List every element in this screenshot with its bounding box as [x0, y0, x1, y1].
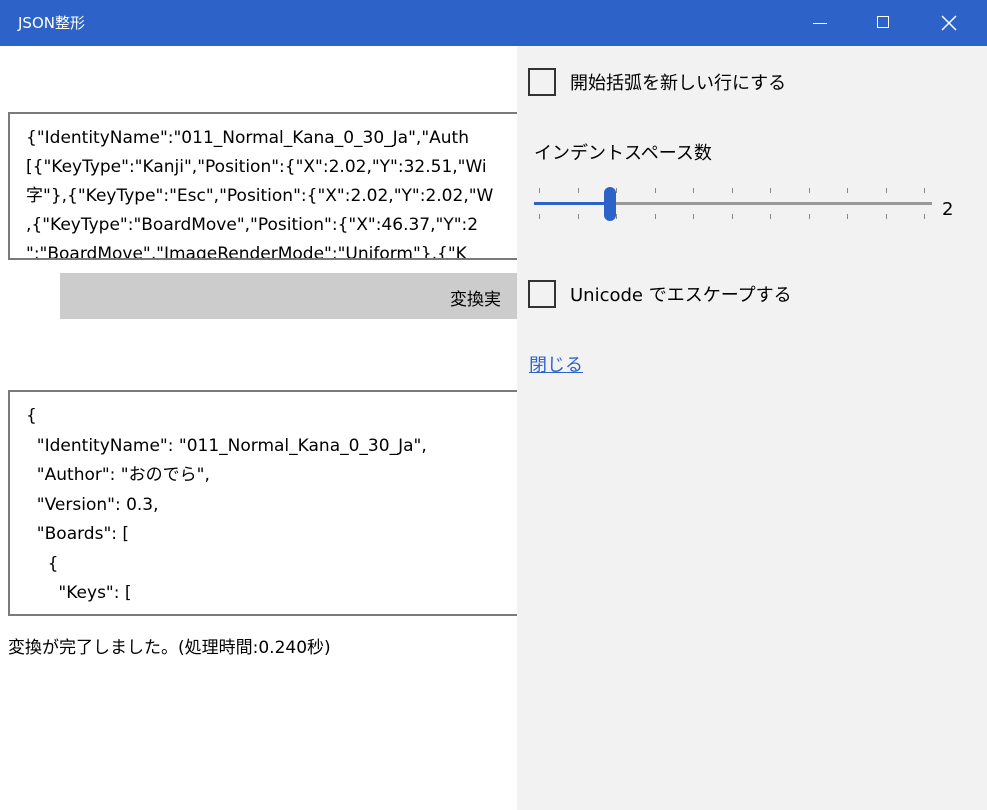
input-line: 字"},{"KeyType":"Esc","Position":{"X":2.0…	[26, 186, 494, 206]
slider-tick	[847, 188, 848, 193]
slider-tick	[693, 188, 694, 193]
slider-tick	[654, 214, 656, 219]
json-output-textbox[interactable]: { "IdentityName": "011_Normal_Kana_0_30_…	[8, 390, 538, 616]
json-input-textbox[interactable]: {"IdentityName":"011_Normal_Kana_0_30_Ja…	[8, 112, 538, 260]
indent-slider-thumb[interactable]	[603, 187, 616, 221]
output-line: "Version": 0.3,	[26, 494, 159, 515]
slider-tick	[693, 214, 694, 219]
slider-tick	[731, 214, 733, 219]
slider-tick	[731, 188, 733, 193]
minimize-button[interactable]	[792, 0, 850, 46]
input-line: ,{"KeyType":"BoardMove","Position":{"X":…	[26, 215, 479, 235]
window-title: JSON整形	[18, 14, 85, 32]
indent-label: インデントスペース数	[534, 143, 712, 164]
slider-tick	[577, 214, 579, 219]
slider-tick	[539, 188, 540, 193]
unicode-escape-checkbox[interactable]	[528, 280, 556, 308]
bracket-newline-label[interactable]: 開始括弧を新しい行にする	[570, 69, 786, 95]
input-line: ":"BoardMove","ImageRenderMode":"Uniform…	[26, 244, 467, 260]
convert-button[interactable]: 変換実	[60, 273, 538, 319]
close-link[interactable]: 閉じる	[529, 351, 583, 377]
slider-tick	[924, 214, 925, 219]
title-bar: JSON整形	[0, 0, 987, 46]
slider-tick	[654, 188, 656, 193]
slider-tick	[808, 188, 810, 193]
close-button[interactable]	[920, 0, 978, 46]
bracket-newline-checkbox[interactable]	[528, 68, 556, 96]
close-icon	[941, 15, 957, 31]
unicode-escape-label[interactable]: Unicode でエスケープする	[570, 281, 792, 307]
slider-tick	[847, 214, 848, 219]
maximize-icon	[877, 16, 889, 28]
slider-tick	[770, 188, 771, 193]
slider-tick	[577, 188, 579, 193]
output-line: "IdentityName": "011_Normal_Kana_0_30_Ja…	[26, 435, 427, 456]
slider-tick	[924, 188, 925, 193]
output-line: "Boards": [	[26, 524, 130, 544]
minimize-icon	[813, 23, 827, 24]
output-line: {	[26, 406, 37, 426]
indent-value: 2	[942, 199, 954, 220]
slider-tick	[808, 214, 810, 219]
slider-tick	[885, 188, 887, 193]
slider-tick	[770, 214, 771, 219]
output-line: "Keys": [	[26, 583, 132, 603]
settings-panel: 開始括弧を新しい行にする インデントスペース数 2 Unicode でエスケープ…	[517, 46, 987, 810]
slider-tick	[539, 214, 540, 219]
maximize-button[interactable]	[855, 0, 913, 46]
convert-button-label: 変換実	[450, 290, 501, 310]
indent-slider-fill	[534, 202, 610, 205]
output-line: {	[26, 553, 59, 574]
status-message: 変換が完了しました。(処理時間:0.240秒)	[8, 638, 331, 658]
slider-tick	[616, 214, 617, 219]
input-line: {"IdentityName":"011_Normal_Kana_0_30_Ja…	[26, 128, 469, 148]
output-line: "Author": "おのでら",	[26, 465, 210, 485]
input-line: [{"KeyType":"Kanji","Position":{"X":2.02…	[26, 157, 487, 177]
slider-tick	[616, 188, 617, 193]
slider-tick	[885, 214, 887, 219]
